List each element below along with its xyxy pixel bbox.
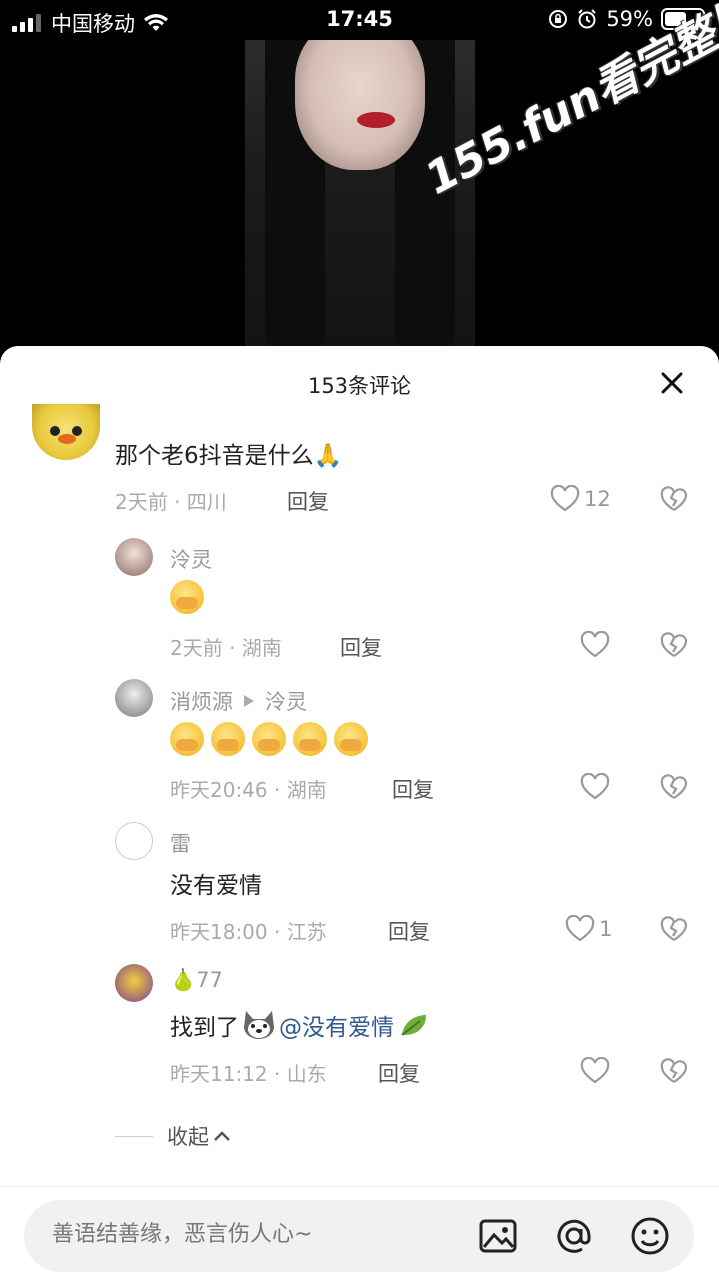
image-icon[interactable]: [478, 1216, 518, 1256]
reply-button[interactable]: 回复: [388, 916, 430, 946]
comment-input[interactable]: [52, 1222, 452, 1247]
pleading-emoji-icon: [170, 580, 204, 614]
dislike-icon[interactable]: [660, 916, 688, 944]
comment-text: 那个老6抖音是什么🙏: [115, 443, 343, 469]
comment-meta: 2天前 · 四川: [115, 490, 227, 514]
rotation-lock-icon: [549, 10, 568, 28]
dislike-icon[interactable]: [660, 632, 688, 660]
at-mention-icon[interactable]: [554, 1216, 594, 1256]
heart-icon: [580, 773, 610, 800]
collapse-replies-button[interactable]: 收起: [115, 1121, 231, 1151]
reply-to-username[interactable]: 泠灵: [265, 686, 307, 716]
husky-emoji-icon: [244, 1011, 274, 1039]
close-icon[interactable]: [659, 370, 685, 396]
avatar[interactable]: [115, 964, 153, 1002]
mention-link[interactable]: @没有爱情: [279, 1008, 394, 1042]
reply-username[interactable]: 🍐77: [170, 968, 223, 993]
heart-icon: [565, 915, 595, 942]
like-button[interactable]: [580, 773, 610, 801]
reply-username[interactable]: 消烦源: [170, 686, 233, 716]
pleading-emoji-icon: [170, 722, 204, 756]
heart-icon: [580, 1057, 610, 1084]
reply-text: 找到了 @没有爱情: [170, 1008, 430, 1042]
reply-username[interactable]: 泠灵: [170, 544, 212, 574]
reply-button[interactable]: 回复: [287, 486, 329, 516]
dislike-icon[interactable]: [660, 486, 688, 514]
reply-button[interactable]: 回复: [392, 774, 434, 804]
like-button[interactable]: 1: [565, 915, 612, 943]
video-frame-image: [295, 40, 425, 170]
divider: [0, 1186, 719, 1187]
reply-text-prefix: 找到了: [170, 1015, 239, 1041]
reply-button[interactable]: 回复: [378, 1058, 420, 1088]
comment-count-title: 153条评论: [307, 374, 412, 398]
alarm-icon: [578, 9, 597, 29]
reply-meta: 昨天20:46 · 湖南: [170, 778, 327, 802]
like-button[interactable]: 12: [550, 485, 611, 513]
dislike-icon[interactable]: [660, 774, 688, 802]
collapse-label: 收起: [167, 1125, 209, 1149]
pleading-emoji-icon: [334, 722, 368, 756]
reply-header: 消烦源 泠灵: [170, 686, 307, 716]
reply-button[interactable]: 回复: [340, 632, 382, 662]
reply-username[interactable]: 雷: [170, 828, 191, 858]
reply-emoji-content: [170, 580, 211, 614]
heart-icon: [580, 631, 610, 658]
pleading-emoji-icon: [293, 722, 327, 756]
emoji-picker-icon[interactable]: [630, 1216, 670, 1256]
status-bar: 中国移动 17:45 59%: [0, 0, 719, 40]
avatar[interactable]: [115, 538, 153, 576]
like-button[interactable]: [580, 1057, 610, 1085]
reply-arrow-icon: [244, 695, 254, 707]
pleading-emoji-icon: [211, 722, 245, 756]
reply-text: 没有爱情: [170, 873, 262, 899]
reply-meta: 2天前 · 湖南: [170, 636, 282, 660]
reply-emoji-content: [170, 722, 375, 756]
like-button[interactable]: [580, 631, 610, 659]
comment-panel: 153条评论 那个老6抖音是什么🙏 2天前 · 四川 回复 12 泠灵 2天前 …: [0, 346, 719, 1280]
like-count: 12: [584, 487, 611, 511]
comment-input-bar: [24, 1200, 694, 1272]
chevron-up-icon: [214, 1131, 230, 1141]
avatar[interactable]: [32, 404, 100, 460]
leaf-emoji-icon: [401, 1015, 426, 1036]
avatar[interactable]: [115, 822, 153, 860]
heart-icon: [550, 485, 580, 512]
reply-meta: 昨天11:12 · 山东: [170, 1062, 327, 1086]
dislike-icon[interactable]: [660, 1058, 688, 1086]
like-count: 1: [599, 917, 613, 941]
avatar[interactable]: [115, 679, 153, 717]
pleading-emoji-icon: [252, 722, 286, 756]
reply-meta: 昨天18:00 · 江苏: [170, 920, 327, 944]
